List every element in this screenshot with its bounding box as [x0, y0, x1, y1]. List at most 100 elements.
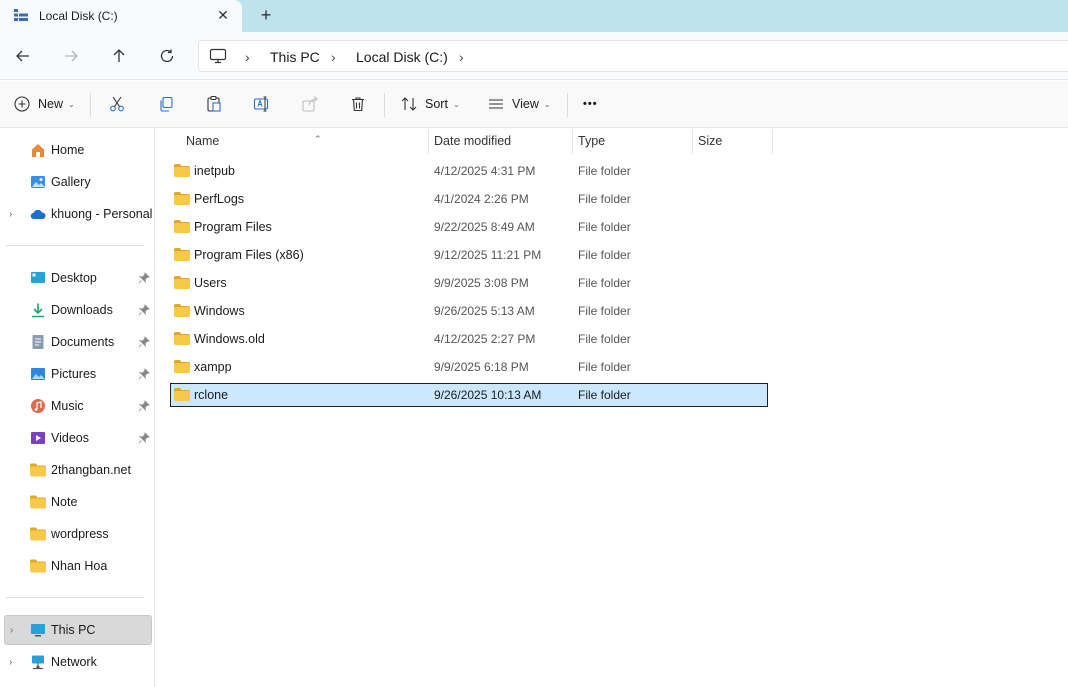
- sidebar-item-pictures[interactable]: Pictures: [0, 360, 152, 388]
- file-name: Program Files (x86): [194, 248, 304, 262]
- sidebar-item-desktop[interactable]: Desktop: [0, 264, 152, 292]
- column-label: Size: [698, 134, 723, 148]
- sidebar-item-gallery[interactable]: Gallery: [0, 168, 152, 196]
- chevron-right-icon[interactable]: ›: [10, 625, 13, 636]
- chevron-down-icon: ⌄: [68, 99, 75, 109]
- breadcrumb-this-pc[interactable]: This PC: [270, 49, 320, 65]
- sidebar-item-note[interactable]: Note: [0, 488, 152, 516]
- view-label: View: [512, 97, 539, 111]
- sort-icon: [401, 97, 417, 111]
- new-button[interactable]: New ⌄: [13, 92, 75, 116]
- breadcrumb-local-disk[interactable]: Local Disk (C:): [356, 49, 448, 65]
- divider: [6, 597, 144, 598]
- sidebar-item-network[interactable]: › Network: [0, 648, 152, 676]
- command-bar: New ⌄ Sort ⌄ View ⌄ •••: [0, 81, 1068, 128]
- file-type: File folder: [578, 164, 631, 178]
- close-tab-icon[interactable]: ✕: [214, 6, 232, 24]
- breadcrumb-separator[interactable]: ›: [245, 49, 250, 65]
- downloads-icon: [32, 303, 44, 318]
- breadcrumb-separator[interactable]: ›: [331, 49, 336, 65]
- file-type: File folder: [578, 360, 631, 374]
- sidebar-item-this-pc[interactable]: › This PC: [4, 615, 152, 645]
- pictures-icon: [31, 368, 45, 380]
- file-date: 4/1/2024 2:26 PM: [434, 192, 529, 206]
- folder-icon: [30, 559, 46, 573]
- file-type: File folder: [578, 220, 631, 234]
- sidebar-item-label: Gallery: [51, 175, 91, 189]
- folder-icon: [174, 248, 190, 261]
- file-row-program-files[interactable]: Program Files 9/22/2025 8:49 AM File fol…: [170, 215, 768, 239]
- sidebar-item-home[interactable]: Home: [0, 136, 152, 164]
- folder-icon: [30, 463, 46, 477]
- sidebar-item-2thangban[interactable]: 2thangban.net: [0, 456, 152, 484]
- forward-button[interactable]: [60, 45, 82, 67]
- sidebar-item-onedrive[interactable]: › khuong - Personal: [0, 200, 152, 228]
- file-row-rclone[interactable]: rclone 9/26/2025 10:13 AM File folder: [170, 383, 768, 407]
- column-header-type[interactable]: Type: [572, 128, 692, 154]
- chevron-right-icon[interactable]: ›: [9, 209, 12, 220]
- refresh-icon: [160, 49, 174, 63]
- tab-local-disk[interactable]: Local Disk (C:) ✕: [0, 0, 242, 32]
- view-button[interactable]: View ⌄: [487, 92, 551, 116]
- breadcrumb-separator[interactable]: ›: [459, 49, 464, 65]
- sidebar-item-label: This PC: [51, 623, 96, 637]
- sidebar-item-label: Videos: [51, 431, 89, 445]
- column-header-size[interactable]: Size: [692, 128, 772, 154]
- pin-icon[interactable]: [138, 400, 150, 412]
- file-row-xampp[interactable]: xampp 9/9/2025 6:18 PM File folder: [170, 355, 768, 379]
- plus-circle-icon: [14, 96, 30, 112]
- column-header-date[interactable]: Date modified: [428, 128, 572, 154]
- column-header-name[interactable]: ⌃ Name: [170, 128, 428, 154]
- sidebar-item-label: Documents: [51, 335, 115, 349]
- refresh-button[interactable]: [156, 45, 178, 67]
- file-row-perflogs[interactable]: PerfLogs 4/1/2024 2:26 PM File folder: [170, 187, 768, 211]
- cut-button[interactable]: [108, 92, 126, 116]
- file-type: File folder: [578, 192, 631, 206]
- sidebar-item-label: Network: [51, 655, 97, 669]
- pin-icon[interactable]: [138, 272, 150, 284]
- pin-icon[interactable]: [138, 336, 150, 348]
- sidebar-item-downloads[interactable]: Downloads: [0, 296, 152, 324]
- file-row-users[interactable]: Users 9/9/2025 3:08 PM File folder: [170, 271, 768, 295]
- delete-button[interactable]: [349, 92, 367, 116]
- up-button[interactable]: [108, 45, 130, 67]
- copy-button[interactable]: [157, 92, 175, 116]
- pin-icon[interactable]: [138, 432, 150, 444]
- file-type: File folder: [578, 248, 631, 262]
- address-bar[interactable]: › This PC › Local Disk (C:) ›: [198, 40, 1068, 72]
- file-row-inetpub[interactable]: inetpub 4/12/2025 4:31 PM File folder: [170, 159, 768, 183]
- file-date: 4/12/2025 2:27 PM: [434, 332, 536, 346]
- desktop-icon: [31, 272, 45, 283]
- view-icon: [489, 99, 503, 109]
- sidebar-item-label: Music: [51, 399, 84, 413]
- sidebar-item-music[interactable]: Music: [0, 392, 152, 420]
- sidebar-item-documents[interactable]: Documents: [0, 328, 152, 356]
- file-name: xampp: [194, 360, 232, 374]
- rename-button[interactable]: [253, 92, 271, 116]
- pin-icon[interactable]: [138, 368, 150, 380]
- sort-button[interactable]: Sort ⌄: [400, 92, 460, 116]
- file-explorer-icon: [14, 9, 28, 21]
- sort-ascending-icon: ⌃: [314, 134, 322, 144]
- sidebar-item-videos[interactable]: Videos: [0, 424, 152, 452]
- share-button[interactable]: [301, 92, 319, 116]
- file-row-windows-old[interactable]: Windows.old 4/12/2025 2:27 PM File folde…: [170, 327, 768, 351]
- file-row-program-files-x86[interactable]: Program Files (x86) 9/12/2025 11:21 PM F…: [170, 243, 768, 267]
- sidebar-item-wordpress[interactable]: wordpress: [0, 520, 152, 548]
- sidebar-item-label: Home: [51, 143, 85, 157]
- column-label: Name: [186, 134, 220, 148]
- more-options-button[interactable]: •••: [583, 92, 598, 116]
- file-row-windows[interactable]: Windows 9/26/2025 5:13 AM File folder: [170, 299, 768, 323]
- gallery-icon: [31, 176, 45, 188]
- new-tab-button[interactable]: +: [256, 5, 276, 25]
- folder-icon: [174, 276, 190, 289]
- sidebar-item-label: Nhan Hoa: [51, 559, 108, 573]
- chevron-right-icon[interactable]: ›: [9, 657, 12, 668]
- documents-icon: [32, 335, 44, 349]
- file-name: Windows.old: [194, 332, 265, 346]
- sidebar-item-nhan-hoa[interactable]: Nhan Hoa: [0, 552, 152, 580]
- paste-button[interactable]: [205, 92, 223, 116]
- back-button[interactable]: [12, 45, 34, 67]
- pin-icon[interactable]: [138, 304, 150, 316]
- column-divider[interactable]: [772, 130, 773, 154]
